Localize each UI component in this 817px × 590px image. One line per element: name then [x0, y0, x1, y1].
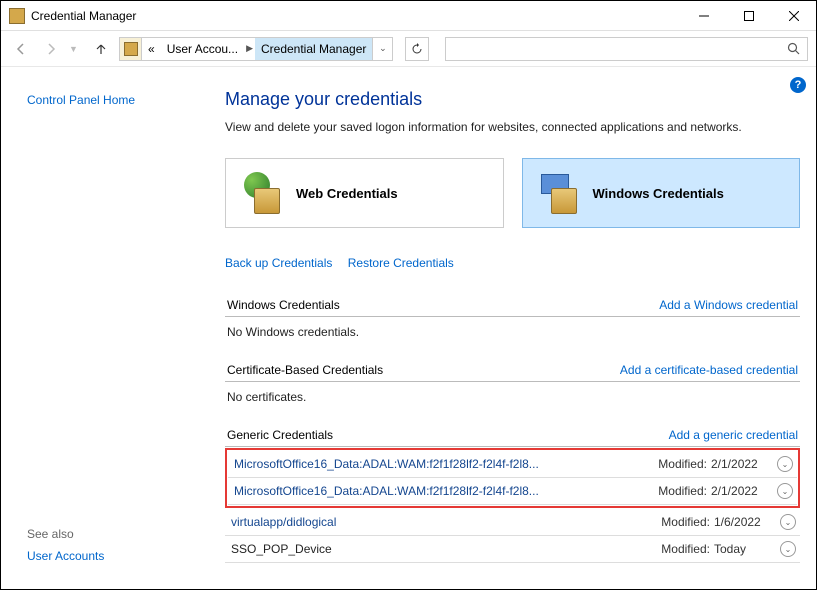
modified-label: Modified: [658, 457, 707, 471]
credential-name: MicrosoftOffice16_Data:ADAL:WAM:f2f1f28l… [234, 457, 658, 471]
credential-row[interactable]: virtualapp/didlogicalModified: 1/6/2022 ⌄ [225, 509, 800, 536]
modified-label: Modified: [658, 484, 707, 498]
restore-credentials-link[interactable]: Restore Credentials [348, 256, 454, 270]
expand-chevron-icon[interactable]: ⌄ [780, 514, 796, 530]
search-icon [787, 42, 801, 61]
search-input[interactable] [445, 37, 808, 61]
up-button[interactable] [89, 37, 113, 61]
help-icon[interactable]: ? [790, 77, 806, 93]
add-windows-credential-link[interactable]: Add a Windows credential [659, 298, 798, 312]
minimize-button[interactable] [681, 1, 726, 30]
web-credentials-label: Web Credentials [296, 186, 398, 201]
breadcrumb-seg-user-accounts[interactable]: User Accou... [161, 38, 244, 60]
web-credentials-icon [240, 172, 282, 214]
section-title-generic: Generic Credentials [227, 428, 333, 442]
breadcrumb-dropdown[interactable]: ⌄ [372, 38, 392, 60]
credential-name: SSO_POP_Device [231, 542, 661, 556]
credential-name: MicrosoftOffice16_Data:ADAL:WAM:f2f1f28l… [234, 484, 658, 498]
app-icon [9, 8, 25, 24]
chevron-right-icon: ▶ [244, 43, 255, 54]
maximize-button[interactable] [726, 1, 771, 30]
windows-credentials-icon [537, 172, 579, 214]
section-title-windows: Windows Credentials [227, 298, 340, 312]
section-title-cert: Certificate-Based Credentials [227, 363, 383, 377]
windows-empty-text: No Windows credentials. [225, 317, 800, 357]
breadcrumb-seg-credential-manager[interactable]: Credential Manager [255, 38, 372, 60]
modified-label: Modified: [661, 515, 710, 529]
window-title: Credential Manager [31, 9, 681, 23]
modified-value: Today [714, 542, 772, 556]
refresh-button[interactable] [405, 37, 429, 61]
highlighted-credentials: MicrosoftOffice16_Data:ADAL:WAM:f2f1f28l… [225, 448, 800, 508]
expand-chevron-icon[interactable]: ⌄ [777, 483, 793, 499]
breadcrumb[interactable]: « User Accou... ▶ Credential Manager ⌄ [119, 37, 393, 61]
backup-credentials-link[interactable]: Back up Credentials [225, 256, 332, 270]
windows-credentials-tile[interactable]: Windows Credentials [522, 158, 801, 228]
web-credentials-tile[interactable]: Web Credentials [225, 158, 504, 228]
control-panel-home-link[interactable]: Control Panel Home [27, 93, 211, 107]
forward-button[interactable] [39, 37, 63, 61]
credential-row[interactable]: MicrosoftOffice16_Data:ADAL:WAM:f2f1f28l… [228, 451, 797, 478]
modified-value: 2/1/2022 [711, 457, 769, 471]
back-button[interactable] [9, 37, 33, 61]
credential-name: virtualapp/didlogical [231, 515, 661, 529]
windows-credentials-label: Windows Credentials [593, 186, 724, 201]
modified-label: Modified: [661, 542, 710, 556]
close-button[interactable] [771, 1, 816, 30]
add-cert-credential-link[interactable]: Add a certificate-based credential [620, 363, 798, 377]
credential-row[interactable]: MicrosoftOffice16_Data:ADAL:WAM:f2f1f28l… [228, 478, 797, 505]
location-icon [120, 38, 142, 60]
add-generic-credential-link[interactable]: Add a generic credential [669, 428, 798, 442]
page-title: Manage your credentials [225, 89, 800, 110]
modified-value: 1/6/2022 [714, 515, 772, 529]
cert-empty-text: No certificates. [225, 382, 800, 422]
modified-value: 2/1/2022 [711, 484, 769, 498]
user-accounts-link[interactable]: User Accounts [27, 549, 211, 563]
history-dropdown-icon[interactable]: ▼ [69, 44, 83, 54]
breadcrumb-prefix[interactable]: « [142, 38, 161, 60]
expand-chevron-icon[interactable]: ⌄ [780, 541, 796, 557]
see-also-label: See also [27, 527, 211, 541]
page-subtitle: View and delete your saved logon informa… [225, 120, 800, 134]
expand-chevron-icon[interactable]: ⌄ [777, 456, 793, 472]
credential-row[interactable]: SSO_POP_DeviceModified: Today ⌄ [225, 536, 800, 563]
